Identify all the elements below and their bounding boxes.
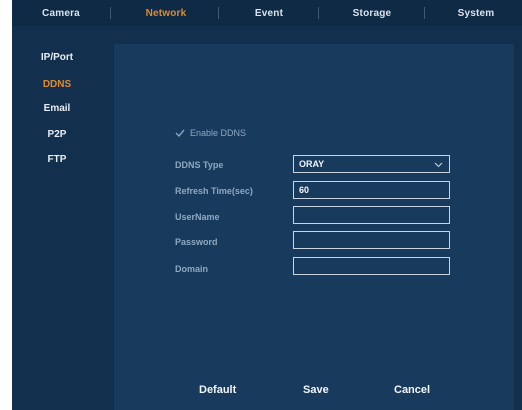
check-icon — [175, 129, 185, 138]
refresh-time-input[interactable]: 60 — [293, 181, 450, 199]
tab-divider — [424, 7, 425, 19]
domain-input[interactable] — [293, 257, 450, 275]
domain-label: Domain — [175, 264, 209, 274]
refresh-time-label: Refresh Time(sec) — [175, 186, 253, 196]
password-input[interactable] — [293, 231, 450, 249]
ddns-type-label: DDNS Type — [175, 160, 224, 170]
sidebar-item-ip-port[interactable]: IP/Port — [12, 52, 102, 63]
sidebar-item-email[interactable]: Email — [12, 103, 102, 114]
chevron-down-icon — [434, 162, 443, 168]
ddns-settings-panel — [114, 44, 514, 410]
app-window: Camera Network Event Storage System IP/P… — [0, 0, 522, 410]
tab-divider — [318, 7, 319, 19]
top-nav-bar: Camera Network Event Storage System — [12, 0, 522, 26]
tab-storage[interactable]: Storage — [332, 0, 412, 26]
enable-ddns-label: Enable DDNS — [190, 128, 247, 138]
tab-camera[interactable]: Camera — [26, 0, 96, 26]
default-button[interactable]: Default — [199, 384, 236, 396]
sidebar-item-ddns[interactable]: DDNS — [12, 79, 102, 90]
enable-ddns-checkbox[interactable]: Enable DDNS — [175, 128, 246, 138]
tab-divider — [110, 7, 111, 19]
save-button[interactable]: Save — [303, 384, 329, 396]
sidebar: IP/Port DDNS Email P2P FTP — [12, 40, 102, 410]
tab-network[interactable]: Network — [124, 0, 208, 26]
tab-event[interactable]: Event — [234, 0, 304, 26]
ddns-type-select[interactable]: ORAY — [293, 155, 450, 173]
ddns-type-value: ORAY — [299, 159, 325, 169]
cancel-button[interactable]: Cancel — [394, 384, 430, 396]
sidebar-item-ftp[interactable]: FTP — [12, 154, 102, 165]
username-label: UserName — [175, 212, 220, 222]
sidebar-item-p2p[interactable]: P2P — [12, 129, 102, 140]
tab-system[interactable]: System — [436, 0, 516, 26]
username-input[interactable] — [293, 206, 450, 224]
tab-divider — [218, 7, 219, 19]
password-label: Password — [175, 237, 218, 247]
